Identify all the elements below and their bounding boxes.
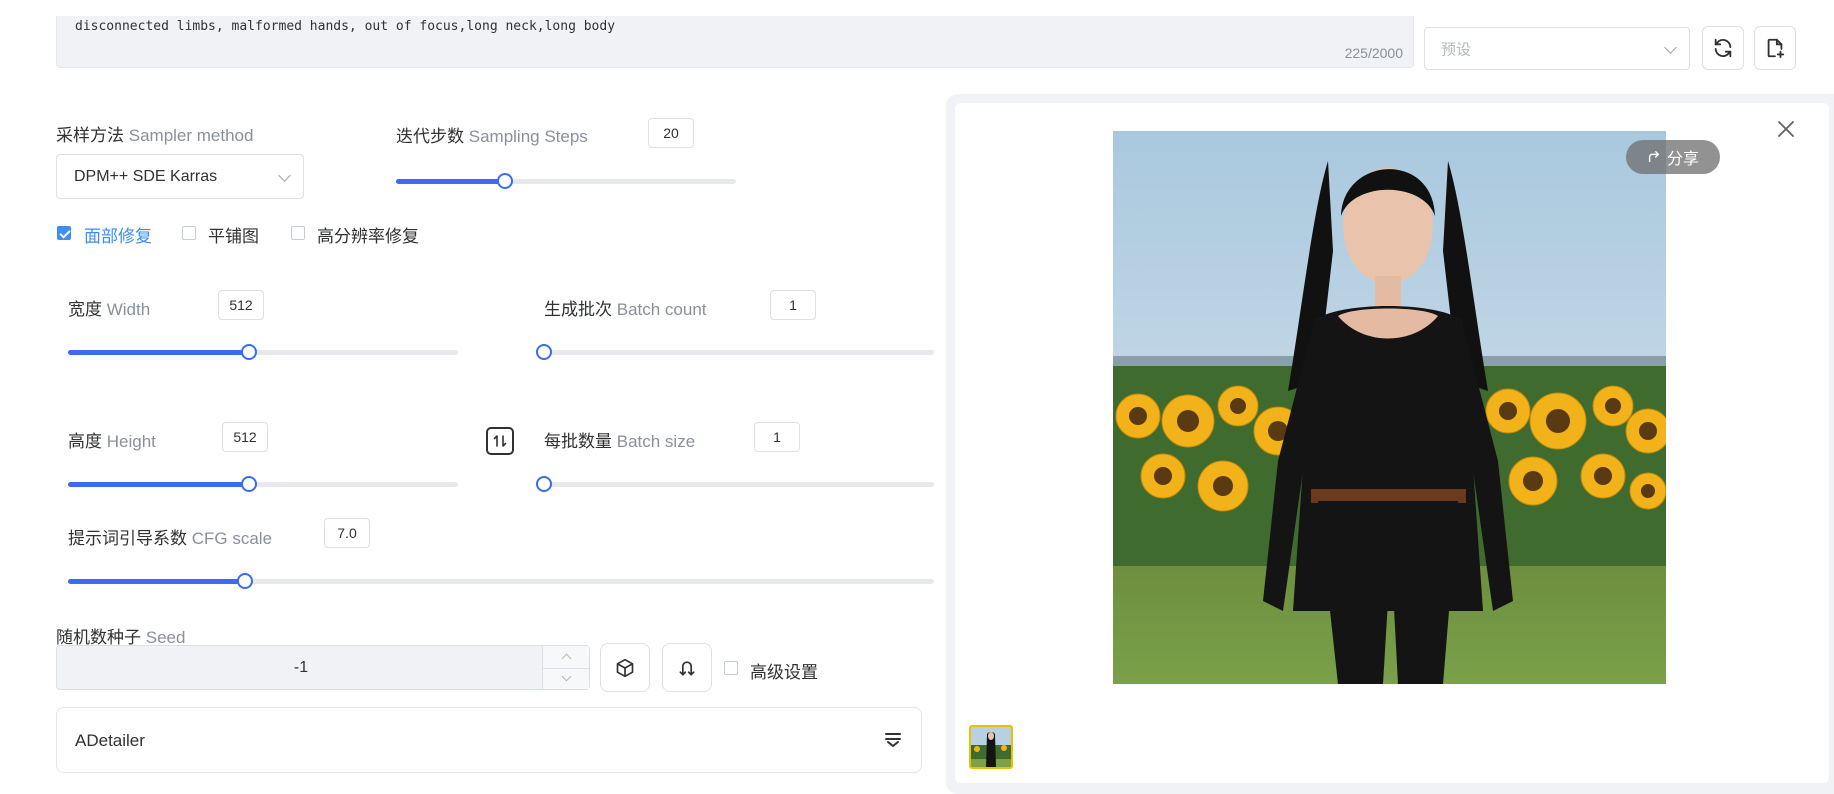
height-label: 高度 Height: [68, 432, 156, 451]
hires-fix-label: 高分辨率修复: [317, 227, 419, 246]
face-restore-checkbox[interactable]: [57, 226, 71, 240]
tiling-checkbox[interactable]: [182, 226, 196, 240]
share-icon: [1648, 151, 1660, 163]
hires-fix-checkbox[interactable]: [291, 226, 305, 240]
sampler-select[interactable]: DPM++ SDE Karras: [56, 154, 304, 199]
cfg-input[interactable]: 7.0: [324, 518, 370, 548]
advanced-settings-label: 高级设置: [750, 663, 818, 682]
batch-count-label: 生成批次 Batch count: [544, 300, 707, 319]
generated-image-art: [1113, 131, 1666, 684]
increment-button[interactable]: [543, 646, 589, 669]
new-file-button[interactable]: [1754, 26, 1796, 70]
slider-handle[interactable]: [241, 344, 258, 360]
batch-size-input[interactable]: 1: [754, 422, 800, 452]
negative-prompt-text: disconnected limbs, malformed hands, out…: [75, 19, 616, 34]
face-restore-label: 面部修复: [84, 227, 152, 246]
char-counter: 225/2000: [1344, 45, 1403, 61]
refresh-icon: [1714, 38, 1732, 58]
steps-input[interactable]: 20: [648, 118, 694, 148]
share-button[interactable]: 分享: [1626, 140, 1720, 174]
tiling-label: 平铺图: [208, 227, 259, 246]
refresh-button[interactable]: [1702, 26, 1744, 70]
batch-count-slider[interactable]: [536, 343, 934, 361]
reuse-seed-button[interactable]: [662, 643, 712, 692]
preset-select[interactable]: 预设: [1424, 27, 1690, 70]
close-icon[interactable]: [1776, 119, 1796, 139]
cfg-slider[interactable]: [68, 572, 934, 590]
advanced-settings-checkbox[interactable]: [724, 661, 738, 675]
share-label: 分享: [1666, 151, 1699, 168]
batch-count-input[interactable]: 1: [770, 290, 816, 320]
sampler-label: 采样方法 Sampler method: [56, 126, 254, 145]
seed-input[interactable]: -1: [56, 645, 590, 690]
slider-handle[interactable]: [536, 344, 552, 360]
slider-handle[interactable]: [236, 573, 253, 589]
file-add-icon: [1767, 38, 1785, 59]
width-slider[interactable]: [68, 343, 458, 361]
height-input[interactable]: 512: [222, 422, 268, 452]
steps-label: 迭代步数 Sampling Steps: [396, 127, 588, 146]
decrement-button[interactable]: [543, 668, 589, 690]
chevron-down-icon: [278, 168, 291, 182]
seed-stepper[interactable]: [542, 646, 589, 689]
batch-size-label: 每批数量 Batch size: [544, 432, 696, 451]
chevron-down-icon: [1664, 40, 1677, 54]
chevron-up-icon: [561, 653, 571, 664]
cfg-label: 提示词引导系数 CFG scale: [68, 529, 273, 548]
generated-image[interactable]: [1113, 131, 1666, 684]
negative-prompt-textarea[interactable]: disconnected limbs, malformed hands, out…: [56, 16, 1414, 68]
swap-dimensions-button[interactable]: [486, 427, 514, 455]
preset-placeholder: 预设: [1441, 41, 1472, 58]
slider-handle[interactable]: [496, 173, 513, 189]
batch-size-slider[interactable]: [536, 475, 934, 493]
adetailer-panel[interactable]: ADetailer: [56, 707, 922, 773]
sampler-value: DPM++ SDE Karras: [74, 167, 218, 185]
adetailer-label: ADetailer: [75, 731, 145, 750]
slider-handle[interactable]: [241, 476, 258, 492]
thumbnail-art: [971, 727, 1011, 767]
dice-icon: [616, 658, 634, 677]
image-thumbnail[interactable]: [969, 725, 1013, 769]
width-label: 宽度 Width: [68, 300, 151, 319]
width-input[interactable]: 512: [218, 290, 264, 320]
chevron-down-icon: [561, 671, 571, 682]
swap-icon: [493, 435, 507, 447]
steps-slider[interactable]: [396, 172, 736, 190]
recycle-icon: [679, 660, 695, 675]
slider-handle[interactable]: [536, 476, 552, 492]
collapse-icon[interactable]: [883, 730, 903, 750]
seed-value: -1: [293, 658, 309, 676]
random-seed-button[interactable]: [600, 643, 650, 692]
height-slider[interactable]: [68, 475, 458, 493]
